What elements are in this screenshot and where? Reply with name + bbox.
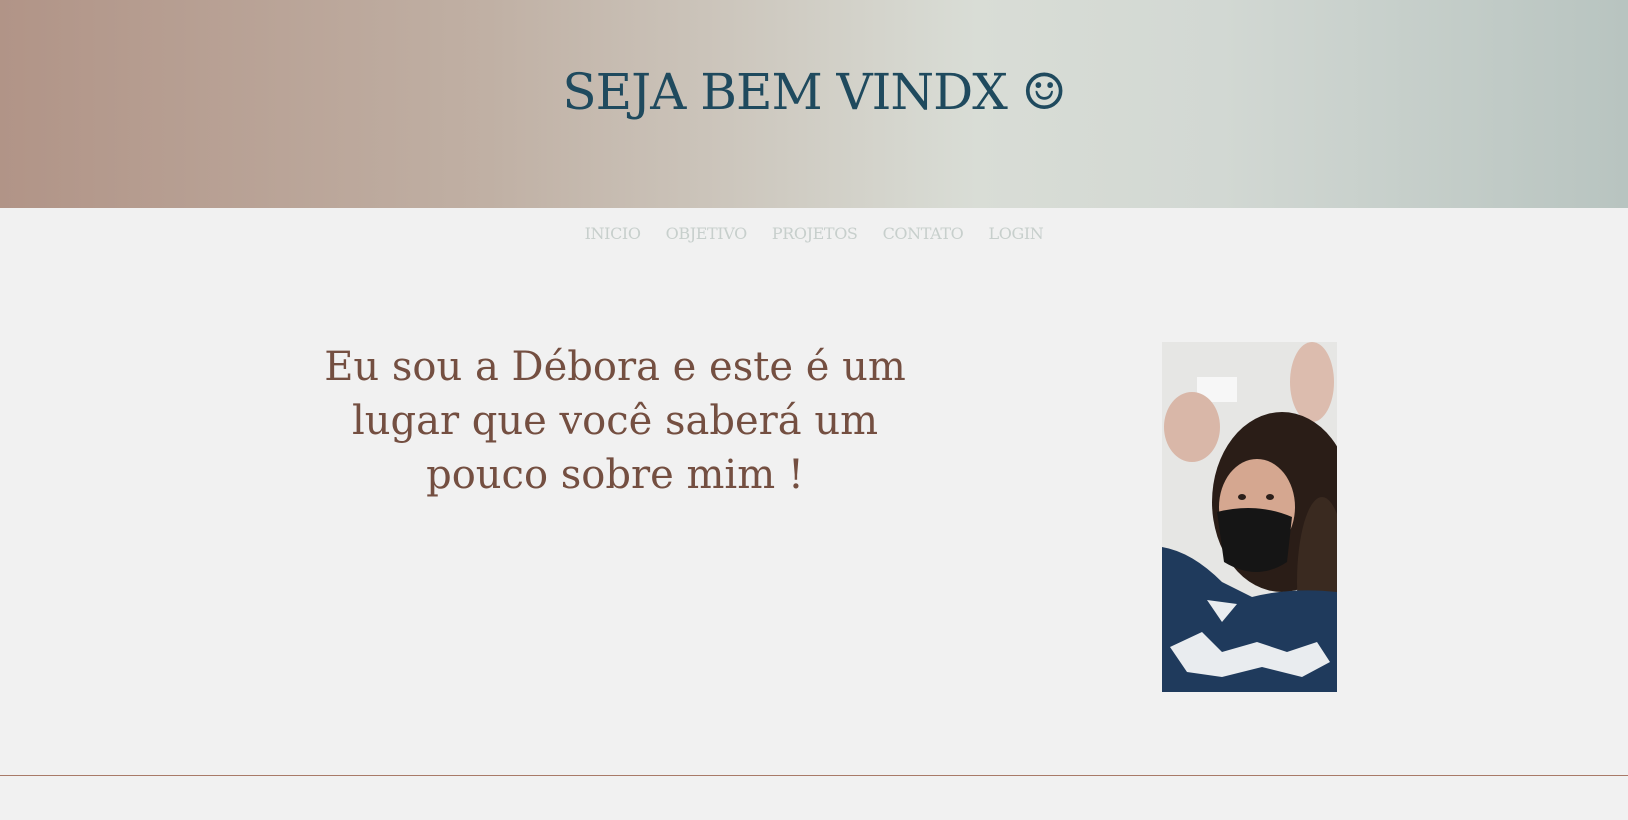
nav-link-objetivo[interactable]: OBJETIVO <box>666 224 748 243</box>
site-title: SEJA BEM VINDX ☺ <box>562 63 1066 121</box>
intro-text: Eu sou a Débora e este é um lugar que vo… <box>324 344 906 498</box>
nav-link-contato[interactable]: CONTATO <box>883 224 964 243</box>
nav-link-login[interactable]: LOGIN <box>989 224 1044 243</box>
profile-photo <box>1162 342 1337 692</box>
nav-link-inicio[interactable]: INICIO <box>585 224 641 243</box>
nav-link-projetos[interactable]: PROJETOS <box>772 224 858 243</box>
main-nav: INICIO OBJETIVO PROJETOS CONTATO LOGIN <box>0 224 1628 243</box>
header-banner: SEJA BEM VINDX ☺ <box>0 0 1628 208</box>
footer-divider <box>0 775 1628 776</box>
